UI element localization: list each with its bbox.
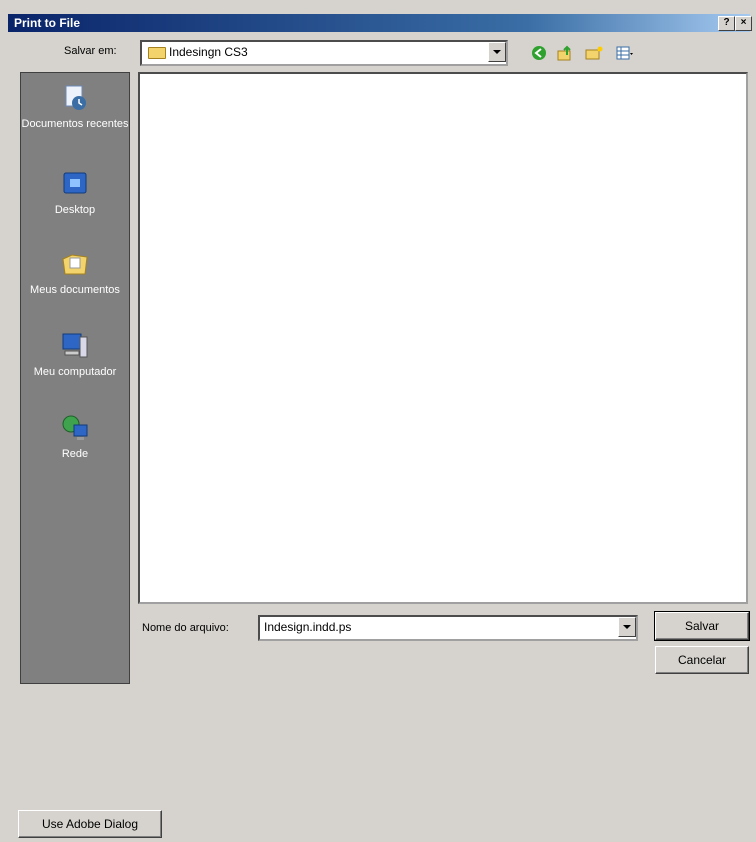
place-my-documents[interactable]: Meus documentos <box>21 249 129 297</box>
place-label: Rede <box>61 448 89 460</box>
chevron-down-icon[interactable] <box>488 42 506 62</box>
view-menu-icon[interactable] <box>616 45 634 61</box>
save-in-value: Indesingn CS3 <box>169 45 248 59</box>
my-computer-icon <box>62 333 88 358</box>
use-adobe-dialog-button[interactable]: Use Adobe Dialog <box>18 810 162 838</box>
my-documents-icon <box>62 254 88 275</box>
folder-icon <box>148 47 166 59</box>
desktop-icon <box>63 172 87 194</box>
save-button[interactable]: Salvar <box>654 611 750 641</box>
place-label: Meus documentos <box>30 284 120 296</box>
back-icon[interactable] <box>530 45 548 61</box>
place-network[interactable]: Rede <box>21 413 129 461</box>
up-folder-icon[interactable] <box>556 45 574 61</box>
recent-documents-icon <box>65 85 86 110</box>
filename-value[interactable]: Indesign.indd.ps <box>264 620 351 634</box>
filename-label: Nome do arquivo: <box>142 622 229 634</box>
window-title: Print to File <box>14 16 80 30</box>
filename-field[interactable]: Indesign.indd.ps <box>258 615 638 641</box>
file-list[interactable] <box>138 72 748 604</box>
title-bar[interactable]: Print to File ? × <box>8 14 752 32</box>
help-button[interactable]: ? <box>718 16 735 31</box>
cancel-button[interactable]: Cancelar <box>655 646 749 674</box>
place-my-computer[interactable]: Meu computador <box>21 331 129 379</box>
place-label: Desktop <box>54 204 96 216</box>
new-folder-icon[interactable] <box>585 45 603 61</box>
place-label: Meu computador <box>33 366 117 378</box>
places-bar: Documentos recentes Desktop Meus documen… <box>20 72 130 684</box>
save-in-label: Salvar em: <box>64 45 117 57</box>
print-to-file-dialog: Print to File ? × Salvar em: Indesingn C… <box>0 0 756 842</box>
place-recent-documents[interactable]: Documentos recentes <box>21 83 129 131</box>
chevron-down-icon[interactable] <box>618 617 636 637</box>
place-label: Documentos recentes <box>21 118 129 130</box>
place-desktop[interactable]: Desktop <box>21 169 129 217</box>
save-in-dropdown[interactable]: Indesingn CS3 <box>140 40 508 66</box>
close-button[interactable]: × <box>735 16 752 31</box>
network-icon <box>62 415 88 440</box>
